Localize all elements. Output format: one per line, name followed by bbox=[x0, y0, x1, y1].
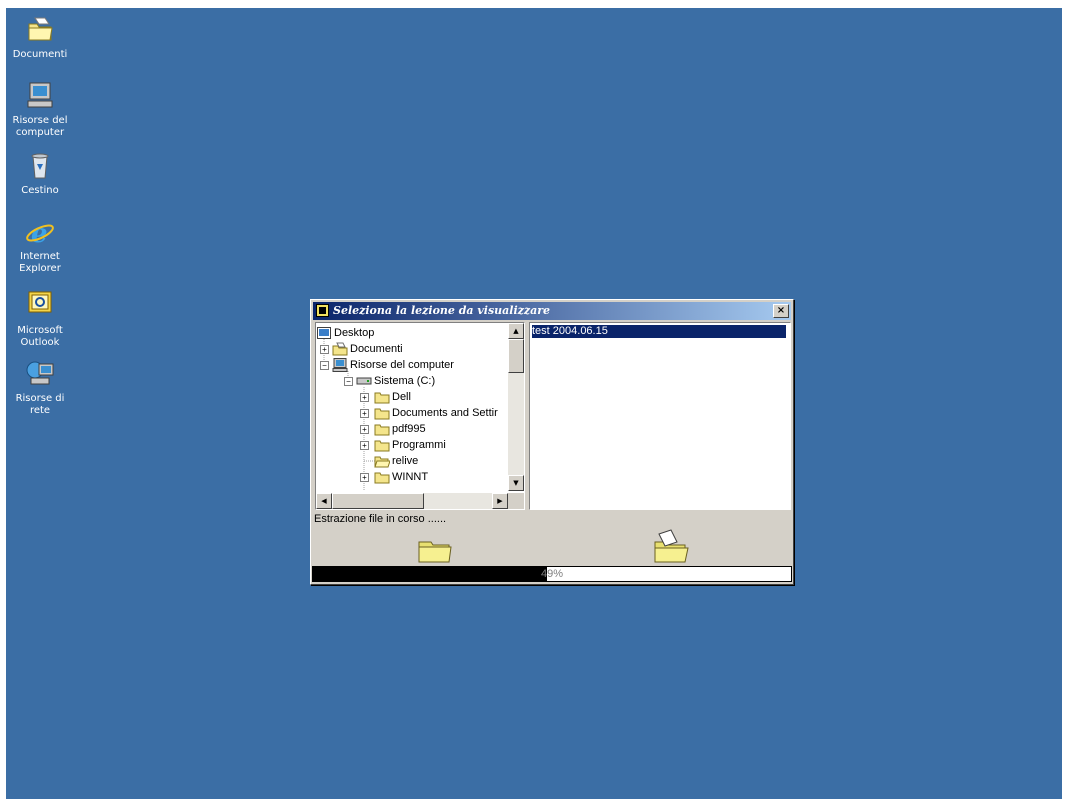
expand-icon[interactable]: + bbox=[360, 409, 369, 418]
select-lesson-dialog: Seleziona la lezione da visualizzare × D… bbox=[310, 299, 794, 585]
collapse-icon[interactable]: − bbox=[320, 361, 329, 370]
expand-icon[interactable]: + bbox=[360, 473, 369, 482]
folder-documents-icon bbox=[332, 342, 348, 356]
collapse-icon[interactable]: − bbox=[344, 377, 353, 386]
folder-icon bbox=[374, 472, 390, 484]
scroll-thumb[interactable] bbox=[332, 493, 424, 509]
desktop-icon bbox=[317, 327, 331, 339]
desktop-icon-label: Internet Explorer bbox=[19, 251, 61, 274]
desktop-icon-risorse-computer[interactable]: Risorse del computer bbox=[8, 80, 72, 139]
network-places-icon bbox=[26, 361, 54, 385]
scroll-right-button[interactable]: ▶ bbox=[492, 493, 508, 509]
expand-icon[interactable]: + bbox=[360, 425, 369, 434]
svg-text:e: e bbox=[31, 219, 48, 248]
target-folder-open-icon bbox=[654, 529, 689, 563]
scroll-thumb[interactable] bbox=[508, 339, 524, 373]
desktop-icon-label: Risorse del computer bbox=[12, 115, 68, 138]
outlook-icon bbox=[28, 291, 52, 313]
internet-explorer-icon: e bbox=[26, 219, 54, 248]
scroll-up-button[interactable]: ▲ bbox=[508, 323, 524, 339]
folder-icon bbox=[374, 440, 390, 452]
drive-icon bbox=[356, 377, 372, 385]
tree-vertical-scrollbar[interactable]: ▲ ▼ bbox=[508, 323, 524, 491]
desktop-icon-outlook[interactable]: Microsoft Outlook bbox=[8, 290, 72, 349]
desktop-icon-label: Microsoft Outlook bbox=[17, 325, 63, 348]
scrollbar-corner bbox=[508, 493, 524, 509]
desktop-icon-label: Risorse di rete bbox=[15, 393, 65, 416]
expand-icon[interactable]: + bbox=[360, 393, 369, 402]
expand-icon[interactable]: + bbox=[360, 441, 369, 450]
tree-horizontal-scrollbar[interactable]: ◀ ▶ bbox=[316, 493, 508, 509]
desktop-icon-label: Documenti bbox=[12, 49, 68, 60]
folder-tree[interactable]: Desktop + Documenti − Risorse del comput… bbox=[315, 322, 525, 510]
expand-icon[interactable]: + bbox=[320, 345, 329, 354]
progress-label: 49% bbox=[540, 568, 564, 580]
extraction-progress-bar: 49% bbox=[312, 566, 792, 582]
source-folder-icon bbox=[418, 541, 452, 563]
folder-icon bbox=[374, 424, 390, 436]
folder-icon bbox=[374, 392, 390, 404]
desktop-icon-cestino[interactable]: Cestino bbox=[8, 150, 72, 197]
dialog-titlebar[interactable]: Seleziona la lezione da visualizzare × bbox=[313, 302, 791, 320]
my-computer-icon bbox=[27, 82, 53, 108]
folder-icon bbox=[374, 408, 390, 420]
desktop-icon-internet-explorer[interactable]: e Internet Explorer bbox=[8, 216, 72, 275]
scroll-down-button[interactable]: ▼ bbox=[508, 475, 524, 491]
folder-documents-icon bbox=[28, 17, 53, 41]
status-text: Estrazione file in corso ...... bbox=[314, 513, 447, 525]
desktop-icon-risorse-rete[interactable]: Risorse di rete bbox=[8, 358, 72, 417]
my-computer-icon bbox=[332, 358, 348, 372]
film-icon bbox=[316, 304, 329, 317]
desktop-icon-documenti[interactable]: Documenti bbox=[8, 14, 72, 61]
close-button[interactable]: × bbox=[773, 304, 789, 318]
folder-open-icon bbox=[374, 456, 390, 468]
recycle-bin-icon bbox=[31, 153, 49, 179]
desktop-icon-label: Cestino bbox=[21, 185, 59, 196]
dialog-title: Seleziona la lezione da visualizzare bbox=[333, 304, 551, 317]
list-item-selected[interactable]: test 2004.06.15 bbox=[532, 325, 786, 338]
scroll-left-button[interactable]: ◀ bbox=[316, 493, 332, 509]
desktop: Documenti Risorse del computer Cestino e… bbox=[6, 8, 1062, 799]
lesson-list[interactable]: test 2004.06.15 bbox=[529, 322, 791, 510]
